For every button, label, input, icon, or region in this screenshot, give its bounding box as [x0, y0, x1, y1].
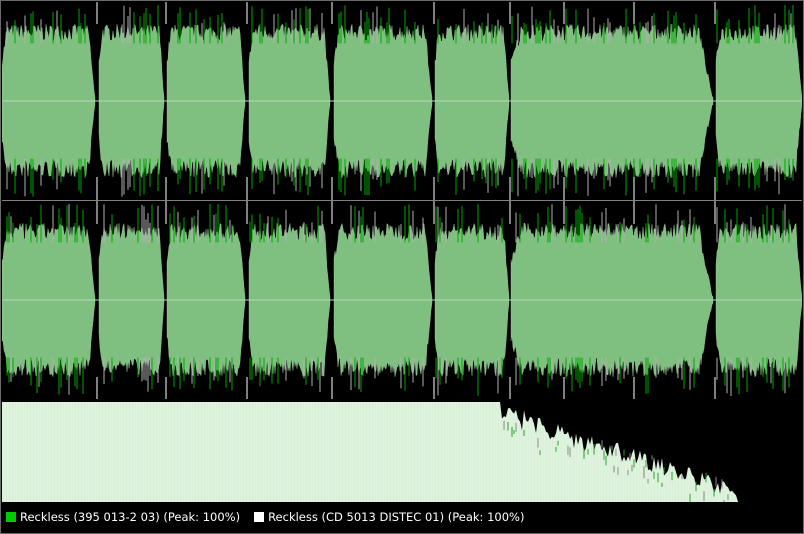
legend-item-track-2[interactable]: Reckless (CD 5013 DISTEC 01) (Peak: 100%… [250, 510, 524, 524]
waveform-envelope [510, 23, 714, 102]
spectrum-view [2, 400, 802, 502]
waveform-envelope [248, 23, 331, 102]
legend-item-track-1[interactable]: Reckless (395 013-2 03) (Peak: 100%) [2, 510, 240, 524]
waveform-envelope [98, 100, 165, 179]
legend: Reckless (395 013-2 03) (Peak: 100%) Rec… [2, 506, 802, 528]
legend-swatch-green [6, 512, 16, 522]
waveform-envelope [510, 222, 714, 301]
waveform-envelope [166, 100, 246, 178]
legend-swatch-white [254, 512, 265, 522]
waveform-envelope [166, 223, 246, 301]
legend-label-track-1: Reckless (395 013-2 03) (Peak: 100%) [20, 510, 241, 524]
waveform-envelope [333, 222, 433, 301]
waveform-envelope [333, 299, 433, 377]
waveform-envelope [248, 100, 331, 178]
comparison-window: Reckless (395 013-2 03) (Peak: 100%) Rec… [0, 0, 804, 534]
waveform-envelope [510, 100, 714, 179]
legend-label-track-2: Reckless (CD 5013 DISTEC 01) (Peak: 100%… [268, 510, 525, 524]
waveform-envelope [98, 24, 165, 102]
waveform-envelope [333, 24, 433, 102]
waveform-view[interactable] [2, 2, 802, 399]
